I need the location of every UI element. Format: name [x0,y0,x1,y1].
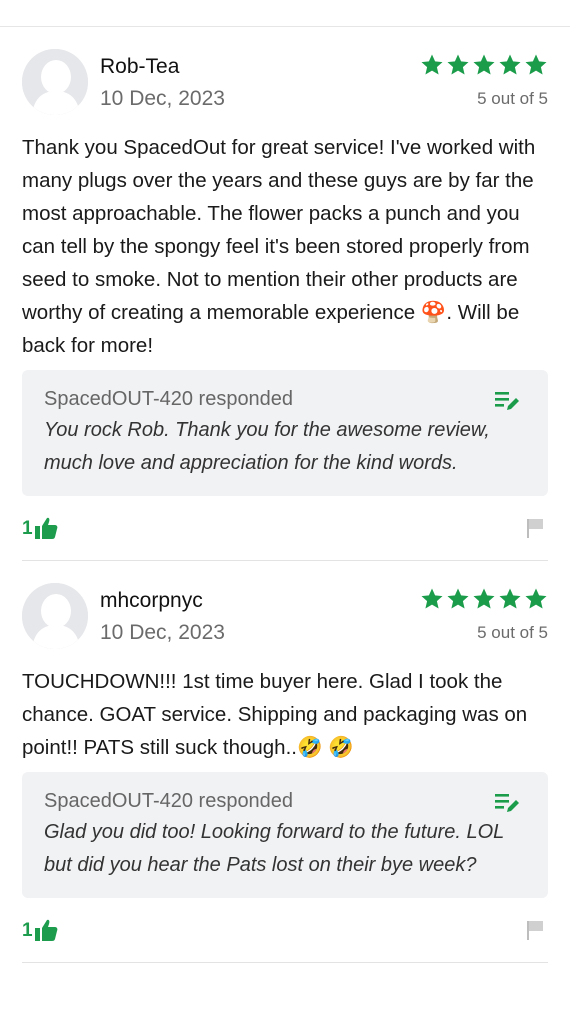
seller-response: SpacedOUT-420 responded You rock Rob. Th… [22,370,548,496]
review-body: Thank you SpacedOut for great service! I… [22,136,536,357]
flag-icon[interactable] [526,920,544,940]
like-button[interactable]: 1 [22,516,58,540]
seller-response: SpacedOUT-420 responded Glad you did too… [22,772,548,898]
avatar-placeholder-icon[interactable] [22,49,88,115]
star-rating [420,53,548,79]
star-icon [473,54,495,75]
star-icon [499,54,521,75]
like-count: 1 [22,518,33,539]
star-icon [525,54,547,75]
like-count: 1 [22,920,33,941]
rating-text: 5 out of 5 [477,623,548,642]
avatar-placeholder-icon[interactable] [22,583,88,649]
thumbs-up-icon [34,919,57,941]
top-divider [0,0,570,27]
review-footer: 1 [22,496,548,560]
review-divider [22,962,548,963]
review-author[interactable]: Rob-Tea [100,55,179,79]
response-title: SpacedOUT-420 responded [44,790,294,812]
review-card: Rob-Tea 10 Dec, 2023 5 out of 5 Thank yo… [0,49,570,560]
thumbs-up-icon [34,517,57,539]
response-text: Glad you did too! Looking forward to the… [44,821,504,876]
star-icon [499,588,521,609]
review-card: mhcorpnyc 10 Dec, 2023 5 out of 5 TOUCHD… [0,583,570,962]
review-divider [22,560,548,561]
review-footer: 1 [22,898,548,962]
review-date: 10 Dec, 2023 [100,621,225,644]
respond-edit-icon[interactable] [494,792,520,814]
respond-edit-icon[interactable] [494,390,520,412]
response-title: SpacedOUT-420 responded [44,388,294,410]
star-icon [525,588,547,609]
star-icon [447,54,469,75]
star-rating [420,587,548,613]
like-button[interactable]: 1 [22,918,58,942]
star-icon [473,588,495,609]
response-text: You rock Rob. Thank you for the awesome … [44,419,490,474]
rating-text: 5 out of 5 [477,89,548,108]
review-date: 10 Dec, 2023 [100,87,225,110]
star-icon [421,54,443,75]
flag-icon[interactable] [526,518,544,538]
review-header: Rob-Tea 10 Dec, 2023 5 out of 5 [22,49,548,115]
review-header: mhcorpnyc 10 Dec, 2023 5 out of 5 [22,583,548,649]
review-body: TOUCHDOWN!!! 1st time buyer here. Glad I… [22,670,528,759]
star-icon [421,588,443,609]
star-icon [447,588,469,609]
review-author[interactable]: mhcorpnyc [100,589,203,613]
